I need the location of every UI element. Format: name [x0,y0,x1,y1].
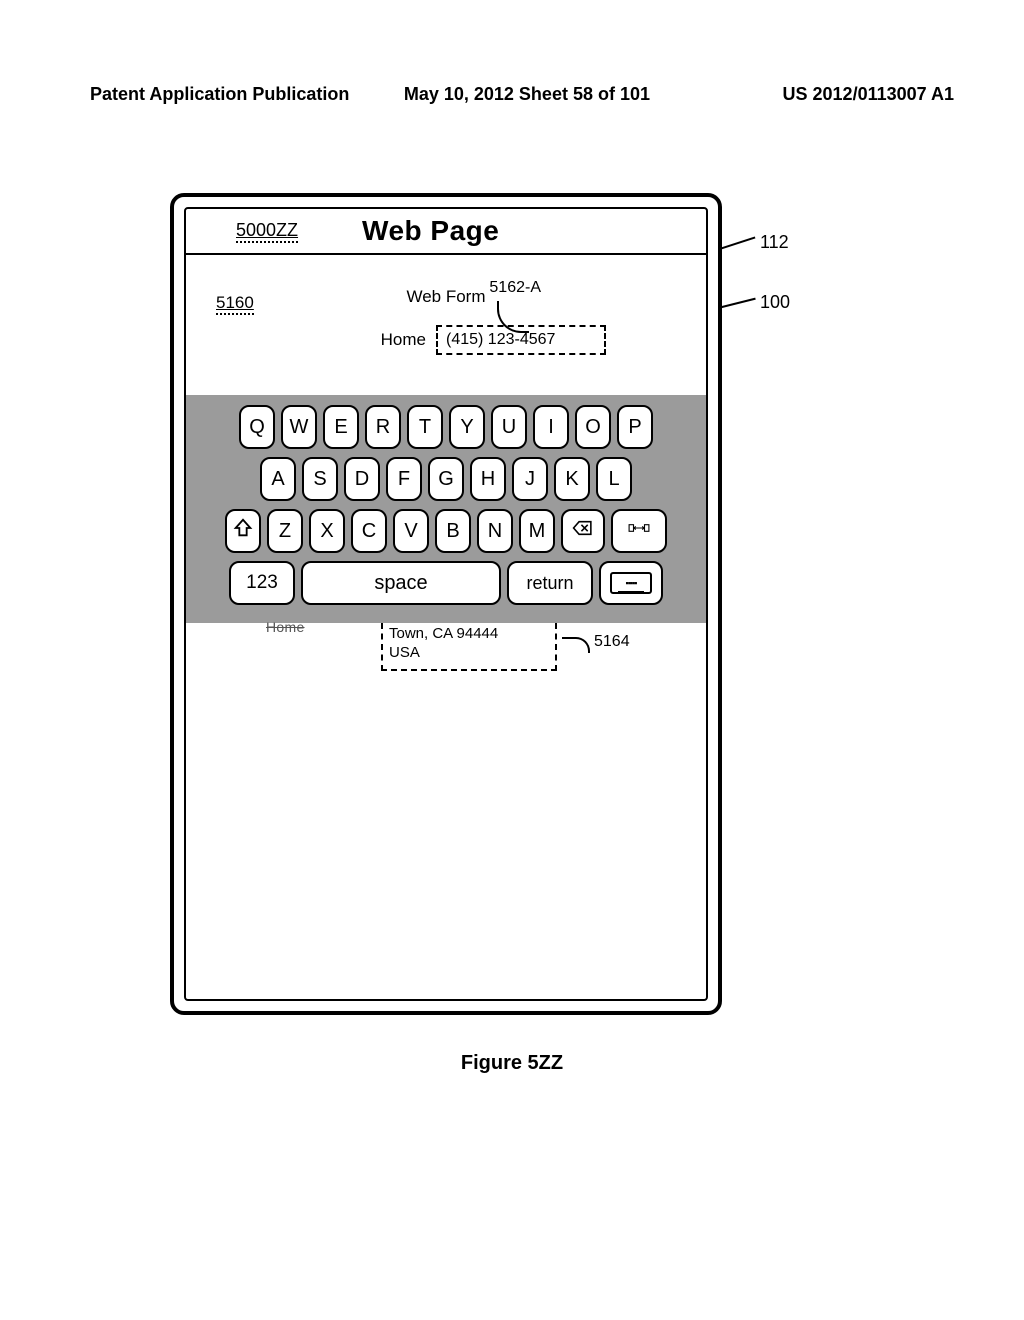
kbd-row-1: Q W E R T Y U I O P [194,405,698,449]
key-d[interactable]: D [344,457,380,501]
shift-icon [232,517,254,545]
key-n[interactable]: N [477,509,513,553]
key-h[interactable]: H [470,457,506,501]
key-f[interactable]: F [386,457,422,501]
key-shift[interactable] [225,509,261,553]
key-numbers[interactable]: 123 [229,561,295,605]
key-c[interactable]: C [351,509,387,553]
callout-5164: 5164 [594,633,630,651]
backspace-icon [572,517,594,545]
address-line-2: USA [389,644,549,663]
key-u[interactable]: U [491,405,527,449]
key-s[interactable]: S [302,457,338,501]
key-q[interactable]: Q [239,405,275,449]
key-e[interactable]: E [323,405,359,449]
key-split-keyboard[interactable] [611,509,667,553]
callout-5162a: 5162-A [489,279,541,297]
key-dismiss-keyboard[interactable]: ▪▪▪▪▪ [599,561,663,605]
key-j[interactable]: J [512,457,548,501]
key-return[interactable]: return [507,561,593,605]
onscreen-keyboard: Q W E R T Y U I O P A S D F G H J K L [186,395,706,623]
key-backspace[interactable] [561,509,605,553]
kbd-row-3: Z X C V B N M [194,509,698,553]
form-title: Web Form [194,287,698,307]
key-v[interactable]: V [393,509,429,553]
dismiss-keyboard-icon: ▪▪▪▪▪ [610,572,652,594]
address-line-1: Town, CA 94444 [389,625,549,644]
kbd-row-2: A S D F G H J K L [194,457,698,501]
row-label-home-obscured: Home [266,619,305,635]
titlebar: 5000ZZ Web Page [186,209,706,255]
key-a[interactable]: A [260,457,296,501]
titlebar-ref: 5000ZZ [236,220,298,243]
page-title: Web Page [362,215,499,247]
address-field[interactable]: Town, CA 94444 USA [381,623,557,671]
form-label-home: Home [286,330,426,350]
key-x[interactable]: X [309,509,345,553]
kbd-row-4: 123 space return ▪▪▪▪▪ [194,561,698,605]
page-header: Patent Application Publication May 10, 2… [90,84,954,105]
key-o[interactable]: O [575,405,611,449]
form-ref: 5160 [216,293,254,315]
key-y[interactable]: Y [449,405,485,449]
key-w[interactable]: W [281,405,317,449]
screen: 5000ZZ Web Page 5160 Web Form 5162-A Hom… [184,207,708,1001]
split-keyboard-icon [628,517,650,545]
header-right: US 2012/0113007 A1 [783,84,954,105]
key-l[interactable]: L [596,457,632,501]
key-b[interactable]: B [435,509,471,553]
key-z[interactable]: Z [267,509,303,553]
figure-caption: Figure 5ZZ [0,1052,1024,1075]
key-p[interactable]: P [617,405,653,449]
key-m[interactable]: M [519,509,555,553]
key-g[interactable]: G [428,457,464,501]
key-r[interactable]: R [365,405,401,449]
below-keyboard-area: Home Town, CA 94444 USA 5164 [186,623,706,671]
ref-112: 112 [760,232,789,253]
ref-100: 100 [760,292,790,313]
web-form-area: 5160 Web Form 5162-A Home (415) 123-4567 [186,255,706,395]
key-space[interactable]: space [301,561,501,605]
key-i[interactable]: I [533,405,569,449]
header-mid: May 10, 2012 Sheet 58 of 101 [390,84,650,105]
device-frame: 5000ZZ Web Page 5160 Web Form 5162-A Hom… [170,193,722,1015]
key-t[interactable]: T [407,405,443,449]
form-row-phone: Home (415) 123-4567 [194,325,698,355]
header-left: Patent Application Publication [90,84,349,105]
key-k[interactable]: K [554,457,590,501]
